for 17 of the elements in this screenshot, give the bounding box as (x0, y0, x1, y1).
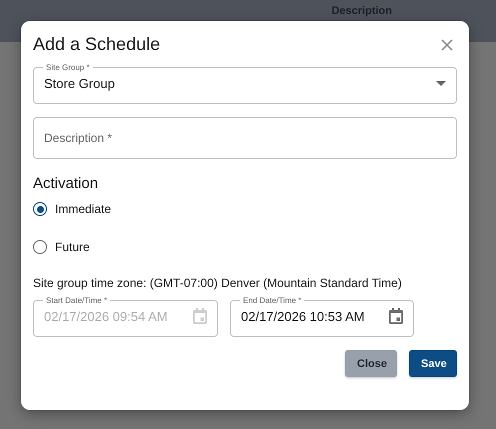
date-time-field[interactable]: End Date/Time * 02/17/2026 10:53 AM (230, 296, 414, 337)
save-button[interactable]: Save (409, 350, 457, 377)
dialog-title: Add a Schedule (33, 34, 160, 55)
calendar-icon[interactable] (389, 308, 403, 324)
radio-button[interactable] (33, 202, 47, 216)
timezone-text: Site group time zone: (GMT-07:00) Denver (Mountain Standard Time) (33, 276, 403, 290)
radio-button[interactable] (33, 240, 47, 254)
date-time-field: Start Date/Time * 02/17/2026 09:54 AM (33, 296, 218, 337)
radio-label: Immediate (55, 202, 112, 216)
description-field[interactable]: Description * (33, 117, 457, 159)
close-icon[interactable] (441, 38, 453, 50)
caret-icon (436, 80, 446, 86)
calendar-icon (193, 308, 207, 324)
radio-label: Future (55, 240, 90, 254)
close-button[interactable]: Close (345, 350, 397, 377)
section-heading: Activation (33, 175, 100, 192)
site-group-select[interactable]: Site Group * Store Group (33, 63, 457, 104)
